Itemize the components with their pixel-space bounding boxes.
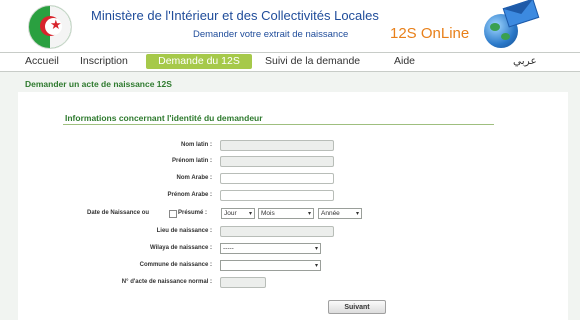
commune-label: Commune de naissance : — [139, 262, 212, 268]
numero-acte-input[interactable] — [220, 277, 266, 288]
form-panel — [18, 92, 568, 320]
commune-select[interactable]: ▾ — [220, 260, 321, 271]
lieu-naissance-label: Lieu de naissance : — [156, 228, 212, 234]
numero-acte-label: N° d'acte de naissance normal : — [121, 279, 212, 285]
site-subtitle: Demander votre extrait de naissance — [193, 29, 349, 40]
nav-accueil[interactable]: Accueil — [25, 55, 59, 67]
algeria-emblem-icon: ★ — [28, 5, 72, 49]
annee-select-value: Année — [321, 210, 340, 217]
chevron-down-icon: ▾ — [355, 210, 359, 217]
ministry-title: Ministère de l'Intérieur et des Collecti… — [91, 8, 379, 23]
annee-select[interactable]: Année ▾ — [318, 208, 362, 219]
section-title: Informations concernant l'identité du de… — [65, 113, 263, 123]
nav-demande-12s[interactable]: Demande du 12S — [146, 54, 252, 69]
presume-label: Présumé : — [178, 210, 208, 216]
nom-arabe-label: Nom Arabe : — [176, 175, 212, 181]
prenom-arabe-label: Prénom Arabe : — [167, 192, 212, 198]
nav-arabic[interactable]: عربي — [513, 55, 537, 67]
presume-checkbox[interactable] — [169, 210, 177, 218]
prenom-latin-input[interactable] — [220, 156, 334, 167]
main-nav: Accueil Inscription Demande du 12S Suivi… — [0, 52, 580, 72]
chevron-down-icon: ▾ — [248, 210, 252, 217]
nom-arabe-input[interactable] — [220, 173, 334, 184]
wilaya-select[interactable]: ----- ▾ — [220, 243, 321, 254]
mois-select-value: Mois — [261, 210, 275, 217]
nom-latin-label: Nom latin : — [181, 142, 212, 148]
nav-inscription[interactable]: Inscription — [80, 55, 128, 67]
chevron-down-icon: ▾ — [314, 245, 318, 252]
chevron-down-icon: ▾ — [307, 210, 311, 217]
nav-aide[interactable]: Aide — [394, 55, 415, 67]
page-heading: Demander un acte de naissance 12S — [25, 79, 172, 89]
prenom-arabe-input[interactable] — [220, 190, 334, 201]
section-divider — [63, 124, 494, 125]
nav-demande-12s-label: Demande du 12S — [158, 55, 240, 67]
prenom-latin-label: Prénom latin : — [171, 158, 212, 164]
envelope-icon — [502, 0, 540, 28]
wilaya-select-value: ----- — [223, 245, 234, 252]
chevron-down-icon: ▾ — [314, 262, 318, 269]
jour-select[interactable]: Jour ▾ — [221, 208, 255, 219]
brand-name: 12S OnLine — [390, 25, 470, 42]
wilaya-label: Wilaya de naissance : — [150, 245, 212, 251]
header: ★ Ministère de l'Intérieur et des Collec… — [0, 0, 580, 52]
nav-suivi-demande[interactable]: Suivi de la demande — [265, 55, 360, 67]
nom-latin-input[interactable] — [220, 140, 334, 151]
suivant-button[interactable]: Suivant — [328, 300, 386, 314]
jour-select-value: Jour — [224, 210, 237, 217]
lieu-naissance-input[interactable] — [220, 226, 334, 237]
date-naissance-label: Date de Naissance ou — [87, 210, 150, 216]
mois-select[interactable]: Mois ▾ — [258, 208, 314, 219]
